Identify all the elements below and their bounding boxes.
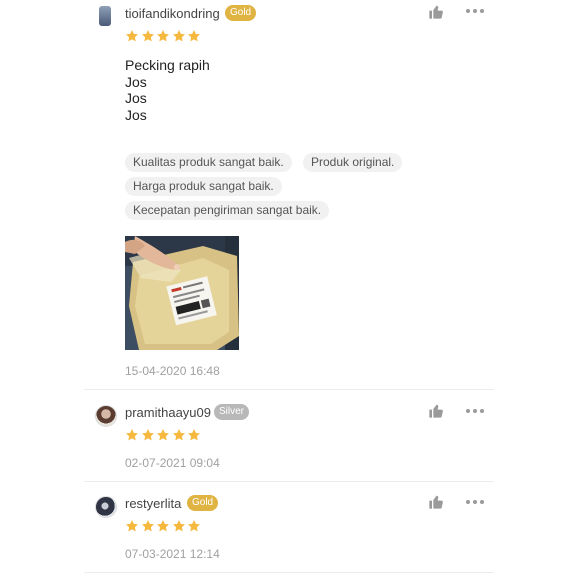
more-options-icon[interactable] (466, 8, 486, 14)
star-icon (187, 29, 201, 43)
review-date: 02-07-2021 09:04 (125, 456, 220, 470)
review-divider (84, 389, 494, 390)
review-photo[interactable] (125, 236, 239, 350)
review-tag: Produk original. (303, 153, 403, 172)
star-icon (172, 519, 186, 533)
star-icon (141, 29, 155, 43)
member-badge: Gold (225, 5, 257, 21)
thumbs-up-icon[interactable] (428, 494, 444, 510)
star-icon (187, 519, 201, 533)
review-date: 15-04-2020 16:48 (125, 364, 220, 378)
star-icon (141, 428, 155, 442)
review-text-line: Jos (125, 90, 147, 106)
review-text-line: Pecking rapih (125, 57, 210, 73)
package-photo (125, 236, 239, 350)
avatar[interactable] (95, 496, 117, 518)
review-username[interactable]: tioifandikondring (125, 6, 220, 21)
member-badge: Silver (214, 404, 250, 420)
more-options-icon[interactable] (466, 408, 486, 414)
review-tag: Kecepatan pengiriman sangat baik. (125, 201, 330, 220)
thumbs-up-icon[interactable] (428, 403, 444, 419)
review-tag: Harga produk sangat baik. (125, 177, 282, 196)
star-rating (125, 29, 203, 43)
review-divider (84, 572, 494, 573)
star-icon (156, 519, 170, 533)
star-icon (125, 29, 139, 43)
more-options-icon[interactable] (466, 499, 486, 505)
star-rating (125, 519, 203, 533)
review-text: Pecking rapih Jos Jos Jos (125, 57, 210, 123)
star-icon (172, 29, 186, 43)
star-icon (172, 428, 186, 442)
review-text-line: Jos (125, 73, 147, 90)
star-rating (125, 428, 203, 442)
star-icon (156, 428, 170, 442)
review-tag: Kualitas produk sangat baik. (125, 153, 292, 172)
star-icon (187, 428, 201, 442)
review-username[interactable]: pramithaayu09 (125, 405, 211, 420)
member-badge: Gold (187, 495, 219, 511)
review-username[interactable]: restyerlita (125, 496, 181, 511)
avatar[interactable] (99, 6, 111, 26)
star-icon (141, 519, 155, 533)
review-divider (84, 481, 494, 482)
star-icon (125, 428, 139, 442)
avatar[interactable] (95, 405, 117, 427)
thumbs-up-icon[interactable] (428, 4, 444, 20)
star-icon (125, 519, 139, 533)
review-date: 07-03-2021 12:14 (125, 547, 220, 561)
star-icon (156, 29, 170, 43)
review-text-line: Jos (125, 106, 147, 123)
